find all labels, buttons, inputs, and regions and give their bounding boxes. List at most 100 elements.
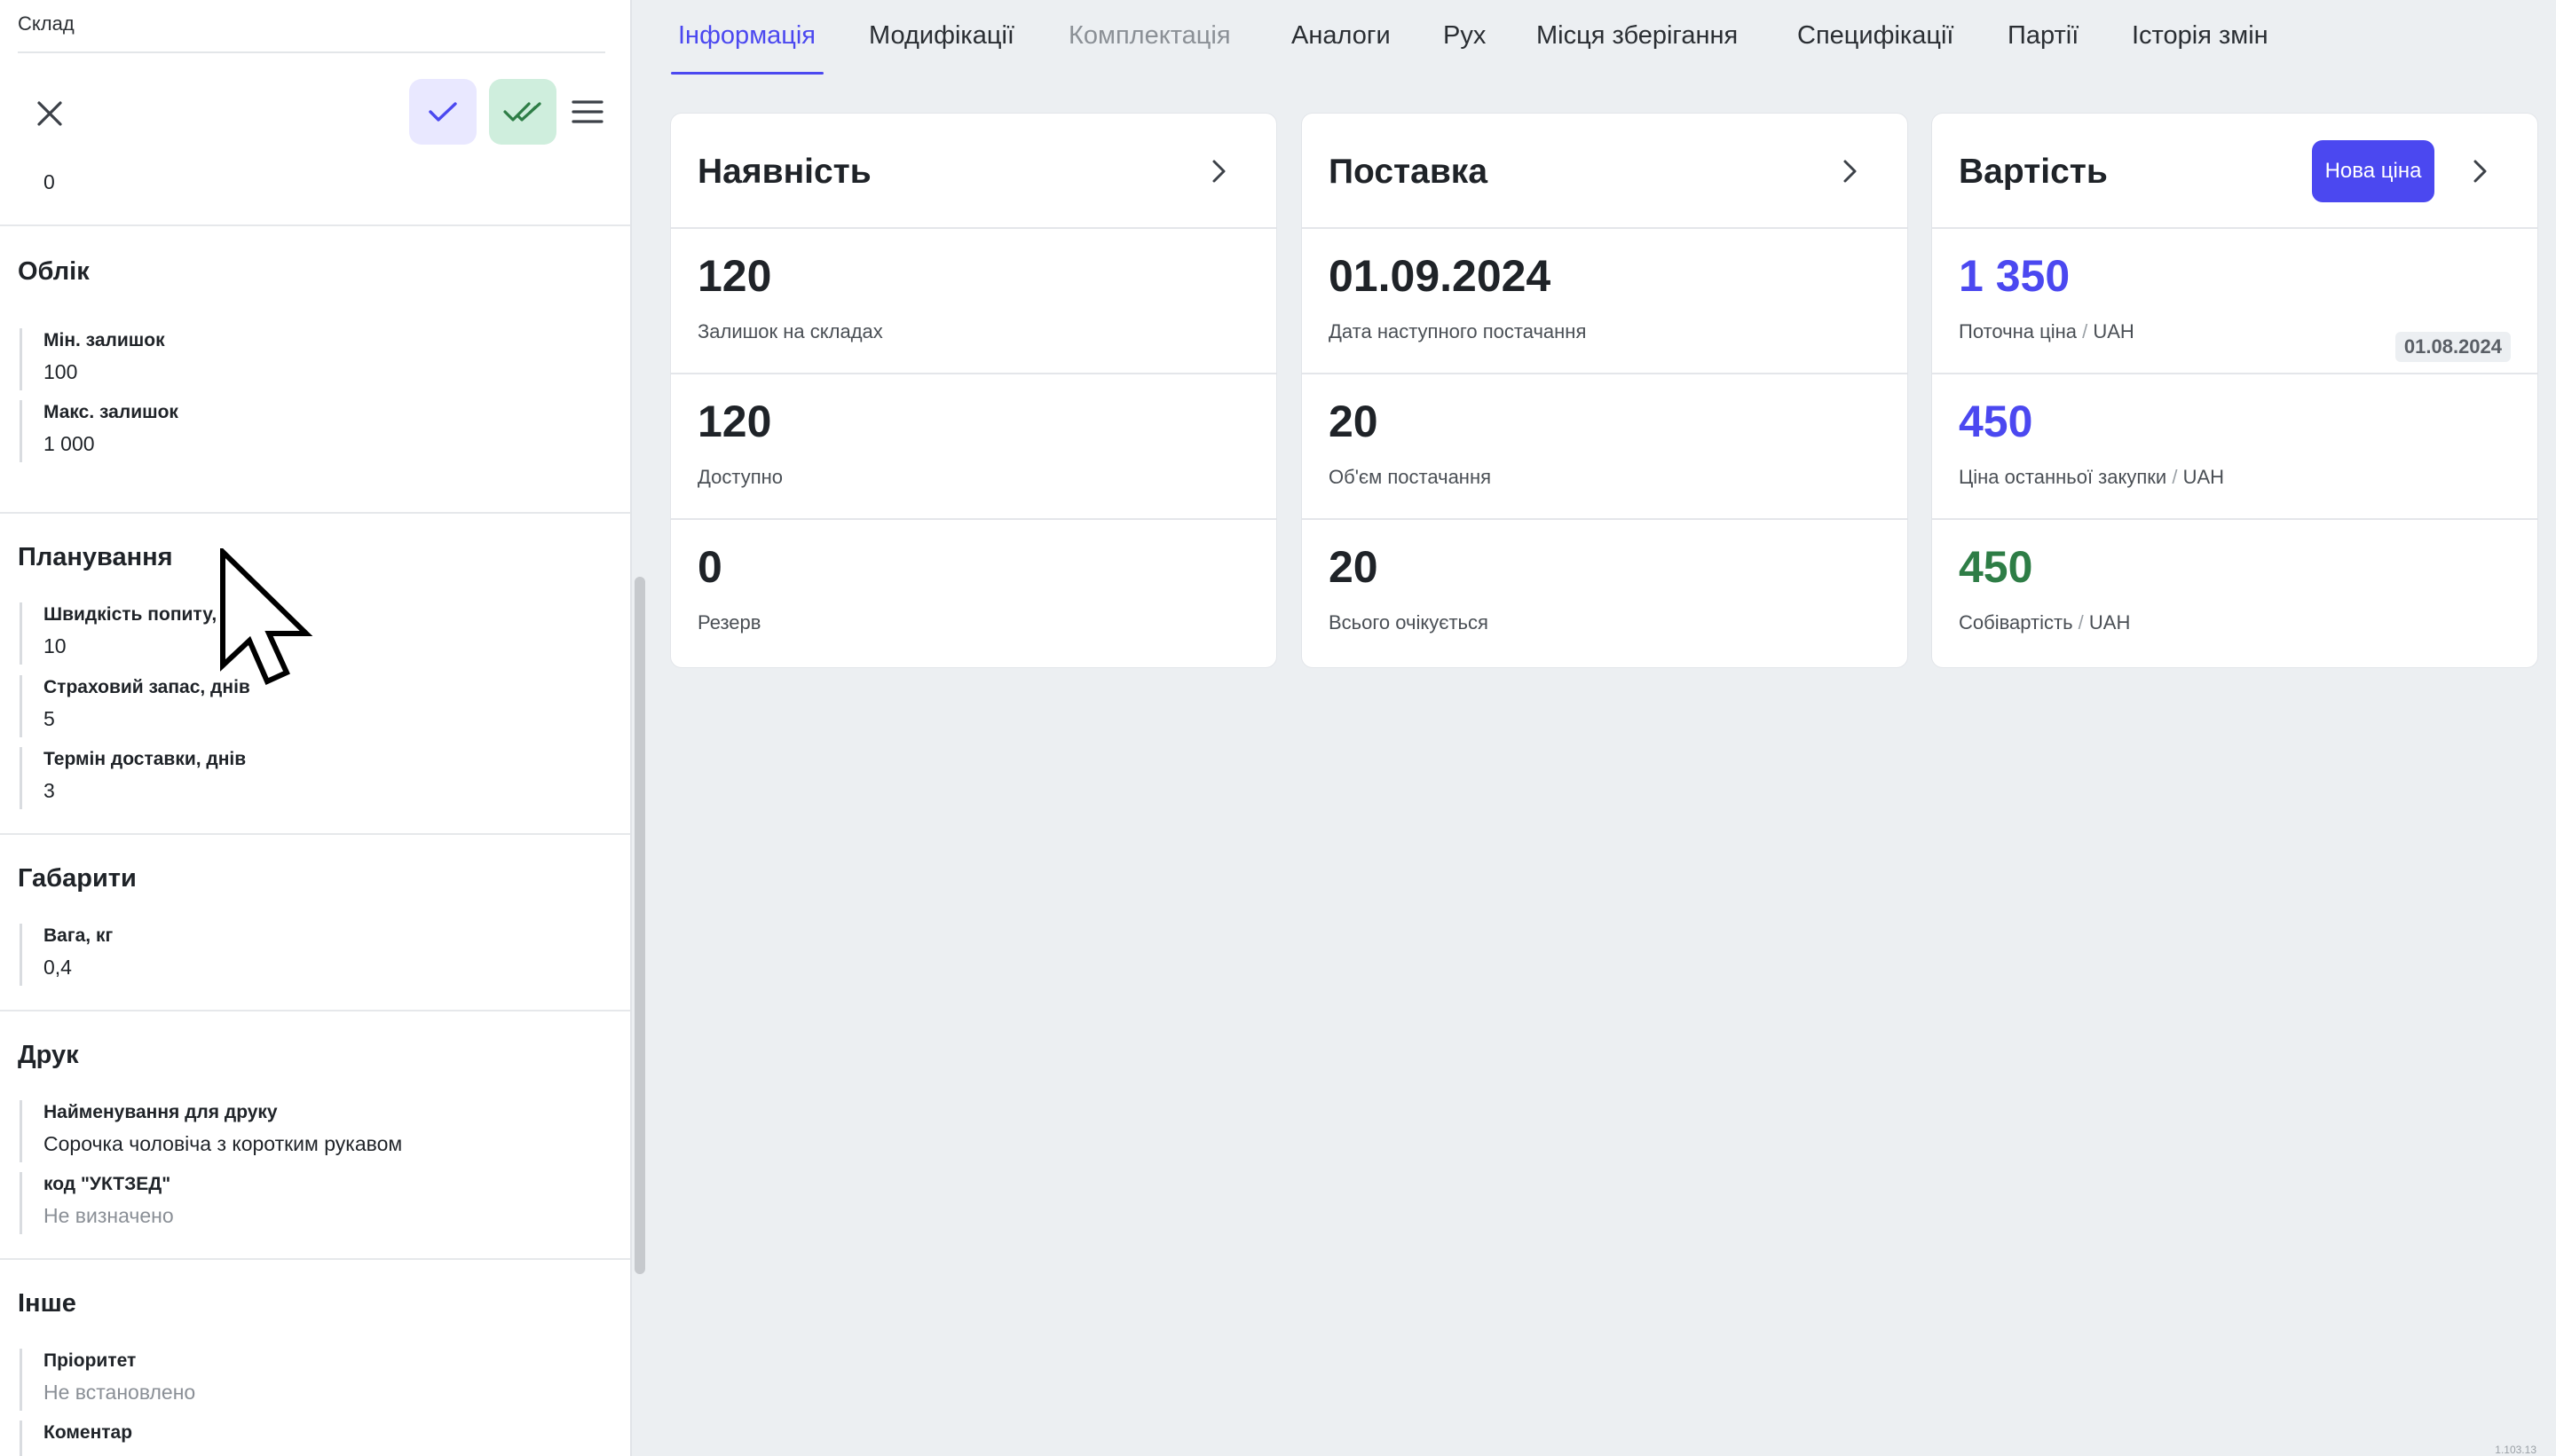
card-header: Поставка — [1302, 114, 1907, 229]
card-title: Наявність — [698, 153, 872, 191]
tab-bundling[interactable]: Комплектація — [1069, 21, 1231, 51]
chevron-right-icon — [1212, 160, 1226, 183]
metric-value: 450 — [1959, 397, 2033, 446]
field-value: 0,4 — [43, 956, 72, 979]
field-label: Швидкість попиту, — [43, 604, 217, 625]
field-label: Пріоритет — [43, 1350, 137, 1371]
section-divider — [0, 512, 630, 514]
breadcrumb[interactable]: Склад — [18, 12, 75, 35]
field-label: код "УКТЗЕД" — [43, 1174, 171, 1194]
price-date-badge: 01.08.2024 — [2394, 332, 2511, 362]
left-panel: Склад 0 Облік Мін. залишок 100 Макс. зал… — [0, 0, 632, 1456]
metric-label: Дата наступного постачання — [1329, 320, 1587, 342]
new-price-button[interactable]: Нова ціна — [2312, 140, 2434, 202]
section-divider — [0, 1010, 630, 1011]
app-version: 1.103.13 — [2495, 1444, 2536, 1456]
field-priority: Пріоритет Не встановлено — [20, 1349, 195, 1411]
tab-modifications[interactable]: Модифікації — [869, 21, 1014, 51]
metric-label: Залишок на складах — [698, 320, 883, 342]
tab-movement[interactable]: Рух — [1443, 21, 1486, 51]
metric-value: 120 — [698, 251, 772, 301]
metric-label: Об'єм постачання — [1329, 466, 1492, 488]
close-icon — [37, 101, 62, 126]
field-min-stock: Мін. залишок 100 — [20, 328, 165, 390]
check-icon — [429, 102, 457, 122]
metric-total-expected: 20 Всього очікується — [1302, 520, 1907, 665]
metric-last-purchase-price: 450 Ціна останньої закупки / UAH — [1932, 374, 2537, 520]
field-comment: Коментар — [20, 1421, 132, 1456]
metric-label-text: Поточна ціна — [1959, 320, 2077, 342]
field-label: Найменування для друку — [43, 1102, 278, 1122]
tab-batches[interactable]: Партії — [2008, 21, 2079, 51]
metric-label-text: Собівартість — [1959, 611, 2073, 634]
metric-value: 450 — [1959, 542, 2033, 592]
metric-cost-price: 450 Собівартість / UAH — [1932, 520, 2537, 665]
field-value: Не визначено — [43, 1204, 174, 1227]
field-label: Страховий запас, днів — [43, 677, 250, 697]
metric-reserve: 0 Резерв — [671, 520, 1276, 665]
field-print-name: Найменування для друку Сорочка чоловіча … — [20, 1100, 402, 1162]
field-value: 10 — [43, 634, 67, 657]
active-tab-indicator — [671, 72, 824, 75]
close-button[interactable] — [25, 89, 75, 138]
field-value: 5 — [43, 707, 55, 730]
tab-change-history[interactable]: Історія змін — [2132, 21, 2268, 51]
metric-current-price: 1 350 Поточна ціна / UAH 01.08.2024 — [1932, 229, 2537, 374]
field-lead-time: Термін доставки, днів 3 — [20, 747, 246, 809]
open-cost-button[interactable] — [2466, 158, 2493, 185]
field-value: 100 — [43, 360, 78, 383]
metric-label: Поточна ціна / UAH — [1959, 320, 2134, 343]
metric-value: 01.09.2024 — [1329, 251, 1551, 301]
section-title-print: Друк — [18, 1041, 79, 1069]
card-title: Поставка — [1329, 153, 1488, 191]
metric-supply-volume: 20 Об'єм постачання — [1302, 374, 1907, 520]
double-check-icon — [503, 102, 541, 122]
metric-value: 20 — [1329, 397, 1378, 446]
card-header: Наявність — [671, 114, 1276, 229]
open-supply-button[interactable] — [1836, 158, 1863, 185]
card-supply: Поставка 01.09.2024 Дата наступного пост… — [1302, 114, 1907, 667]
open-availability-button[interactable] — [1205, 158, 1232, 185]
section-divider — [0, 833, 630, 835]
field-label: Вага, кг — [43, 925, 114, 946]
currency-unit: UAH — [2093, 320, 2134, 342]
metric-label-text: Ціна останньої закупки — [1959, 466, 2167, 488]
chevron-right-icon — [1843, 160, 1857, 183]
divider — [18, 51, 605, 53]
hamburger-menu-icon — [572, 100, 604, 123]
field-demand-rate: Швидкість попиту, 10 — [20, 602, 217, 665]
field-value: 1 000 — [43, 432, 95, 455]
field-label: Макс. залишок — [43, 402, 178, 422]
tab-analogs[interactable]: Аналоги — [1291, 21, 1391, 51]
field-label: Мін. залишок — [43, 330, 165, 350]
field-value: Не встановлено — [43, 1381, 196, 1404]
confirm-button[interactable] — [409, 79, 477, 145]
chevron-right-icon — [2473, 160, 2487, 183]
card-availability: Наявність 120 Залишок на складах 120 Дос… — [671, 114, 1276, 667]
metric-label: Собівартість / UAH — [1959, 611, 2130, 634]
field-label: Термін доставки, днів — [43, 749, 247, 769]
menu-button[interactable] — [566, 89, 609, 135]
metric-label: Резерв — [698, 611, 761, 634]
tab-storage-locations[interactable]: Місця зберігання — [1536, 21, 1738, 51]
field-weight: Вага, кг 0,4 — [20, 924, 113, 986]
metric-value: 0 — [698, 542, 722, 592]
field-safety-stock: Страховий запас, днів 5 — [20, 675, 250, 737]
section-title-planning: Планування — [18, 543, 173, 571]
unit-separator: / — [2172, 466, 2178, 488]
currency-unit: UAH — [2088, 611, 2131, 634]
metric-value: 1 350 — [1959, 251, 2071, 301]
tab-specifications[interactable]: Специфікації — [1797, 21, 1953, 51]
metric-next-supply-date: 01.09.2024 Дата наступного постачання — [1302, 229, 1907, 374]
confirm-all-button[interactable] — [489, 79, 556, 145]
metric-available: 120 Доступно — [671, 374, 1276, 520]
field-uktzed-code: код "УКТЗЕД" Не визначено — [20, 1172, 174, 1234]
field-value: Сорочка чоловіча з коротким рукавом — [43, 1132, 403, 1155]
card-cost: Вартість Нова ціна 1 350 Поточна ціна / … — [1932, 114, 2537, 667]
metric-label: Доступно — [698, 466, 784, 488]
scrollbar[interactable] — [635, 577, 645, 1274]
metric-label: Ціна останньої закупки / UAH — [1959, 466, 2224, 489]
section-title-oblik: Облік — [18, 257, 90, 286]
tab-information[interactable]: Інформація — [678, 21, 816, 51]
metric-value: 20 — [1329, 542, 1378, 592]
